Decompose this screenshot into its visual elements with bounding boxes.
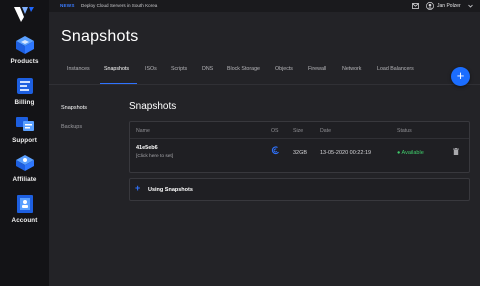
tabs-divider — [49, 84, 480, 85]
billing-icon — [16, 78, 33, 94]
mail-icon[interactable] — [412, 3, 419, 9]
snapshot-size: 32GB — [293, 150, 308, 156]
layers-cube-icon — [15, 36, 34, 54]
tab-load-balancers[interactable]: Load Balancers — [377, 66, 414, 72]
tab-snapshots[interactable]: Snapshots — [104, 66, 129, 72]
sidebar-item-label: Billing — [14, 99, 35, 106]
expand-plus-icon[interactable]: + — [135, 183, 140, 193]
snapshot-date: 13-05-2020 00:22:19 — [320, 150, 372, 156]
using-snapshots-panel[interactable]: + Using Snapshots — [129, 178, 470, 201]
sidebar-item-label: Products — [10, 58, 39, 65]
vultr-logo-icon[interactable] — [14, 7, 34, 23]
sidebar-item-support[interactable]: Support — [0, 113, 49, 144]
user-name[interactable]: Jan Polzer — [437, 3, 461, 9]
debian-icon — [271, 146, 279, 155]
page-title: Snapshots — [61, 28, 139, 45]
section-title: Snapshots — [129, 101, 177, 112]
tab-bar: Instances Snapshots ISOs Scripts DNS Blo… — [49, 58, 480, 81]
column-header-date: Date — [320, 128, 331, 134]
sidebar-item-affiliate[interactable]: Affiliate — [0, 152, 49, 183]
sidebar-item-label: Account — [11, 217, 38, 224]
tab-firewall[interactable]: Firewall — [308, 66, 326, 72]
using-snapshots-label[interactable]: Using Snapshots — [148, 187, 193, 193]
add-button[interactable]: + — [451, 67, 470, 86]
snapshots-table: Name OS Size Date Status 41e5eb6 [Click … — [129, 121, 470, 173]
snapshot-label-hint[interactable]: [Click here to set] — [136, 154, 173, 159]
sidebar-item-label: Support — [12, 137, 37, 144]
tab-objects[interactable]: Objects — [275, 66, 293, 72]
sidebar-item-billing[interactable]: Billing — [0, 75, 49, 106]
left-sidebar: Products Billing Support Affiliate Accou… — [0, 0, 49, 286]
account-icon — [16, 195, 33, 213]
column-header-size: Size — [293, 128, 304, 134]
chevron-down-icon[interactable] — [468, 4, 473, 8]
tab-dns[interactable]: DNS — [202, 66, 213, 72]
news-tag: NEWS — [60, 3, 75, 8]
column-header-os: OS — [271, 128, 279, 134]
user-avatar-icon[interactable] — [426, 2, 434, 10]
news-link[interactable]: Deploy Cloud Servers in South Korea — [81, 3, 157, 8]
tab-scripts[interactable]: Scripts — [171, 66, 187, 72]
subnav-backups[interactable]: Backups — [61, 124, 82, 130]
sidebar-item-label: Affiliate — [12, 176, 37, 183]
support-icon — [15, 117, 34, 131]
column-header-name: Name — [136, 128, 150, 134]
subnav-snapshots[interactable]: Snapshots — [61, 105, 87, 111]
tab-isos[interactable]: ISOs — [145, 66, 157, 72]
top-bar: NEWS Deploy Cloud Servers in South Korea… — [49, 0, 480, 12]
tab-instances[interactable]: Instances — [67, 66, 90, 72]
tab-block-storage[interactable]: Block Storage — [227, 66, 260, 72]
trash-icon[interactable] — [453, 148, 459, 155]
status-badge: ● Available — [397, 150, 424, 156]
sidebar-item-account[interactable]: Account — [0, 193, 49, 224]
tab-network[interactable]: Network — [342, 66, 361, 72]
header-divider — [130, 138, 469, 139]
column-header-status: Status — [397, 128, 412, 134]
affiliate-icon — [15, 155, 34, 171]
sidebar-item-products[interactable]: Products — [0, 34, 49, 65]
status-text: Available — [401, 150, 424, 156]
snapshot-name[interactable]: 41e5eb6 — [136, 145, 158, 151]
